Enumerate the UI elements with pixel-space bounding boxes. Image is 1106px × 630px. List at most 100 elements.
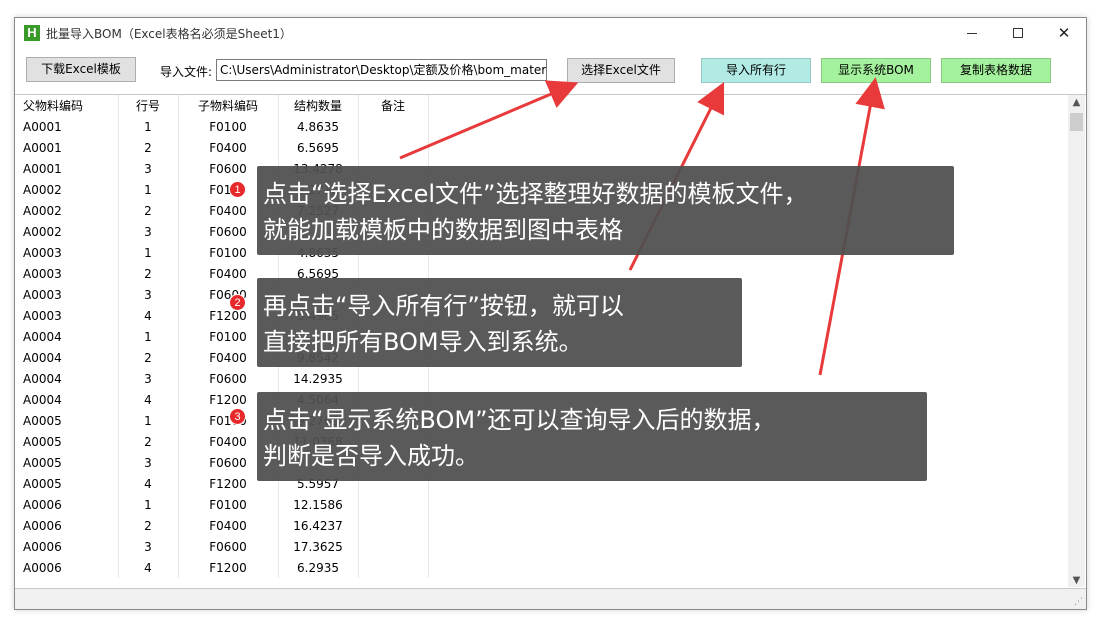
cell-parent-code[interactable]: A0006 (15, 557, 119, 578)
header-line-no[interactable]: 行号 (118, 95, 179, 116)
show-system-bom-button[interactable]: 显示系统BOM (821, 58, 931, 83)
cell-line-no[interactable]: 1 (118, 410, 179, 431)
cell-child-code[interactable]: F1200 (178, 557, 279, 578)
header-parent-code[interactable]: 父物料编码 (15, 95, 119, 116)
cell-quantity[interactable]: 4.8635 (278, 116, 359, 137)
minimize-button[interactable] (949, 18, 995, 48)
cell-line-no[interactable]: 3 (118, 368, 179, 389)
cell-line-no[interactable]: 1 (118, 179, 179, 200)
scroll-thumb[interactable] (1070, 113, 1083, 131)
cell-parent-code[interactable]: A0005 (15, 452, 119, 473)
cell-parent-code[interactable]: A0004 (15, 326, 119, 347)
cell-remark[interactable] (358, 494, 429, 515)
cell-quantity[interactable]: 16.4237 (278, 515, 359, 536)
scroll-down-icon[interactable]: ▼ (1068, 575, 1085, 586)
cell-parent-code[interactable]: A0002 (15, 179, 119, 200)
cell-child-code[interactable]: F0600 (178, 536, 279, 557)
cell-parent-code[interactable]: A0005 (15, 410, 119, 431)
table-row[interactable]: A0006 1 F0100 12.1586 (15, 494, 429, 515)
cell-quantity[interactable]: 17.3625 (278, 536, 359, 557)
cell-parent-code[interactable]: A0002 (15, 200, 119, 221)
choose-excel-button[interactable]: 选择Excel文件 (567, 58, 675, 83)
table-row[interactable]: A0001 1 F0100 4.8635 (15, 116, 429, 137)
cell-remark[interactable] (358, 137, 429, 158)
cell-quantity[interactable]: 14.2935 (278, 368, 359, 389)
callout-2-line1: 再点击“导入所有行”按钮，就可以 (263, 292, 624, 320)
cell-line-no[interactable]: 1 (118, 494, 179, 515)
cell-quantity[interactable]: 6.2935 (278, 557, 359, 578)
cell-child-code[interactable]: F0100 (178, 116, 279, 137)
download-template-button[interactable]: 下载Excel模板 (26, 57, 136, 82)
title-bar[interactable]: H 批量导入BOM（Excel表格名必须是Sheet1） ✕ (15, 18, 1086, 48)
cell-remark[interactable] (358, 116, 429, 137)
cell-line-no[interactable]: 1 (118, 116, 179, 137)
cell-line-no[interactable]: 4 (118, 557, 179, 578)
cell-line-no[interactable]: 1 (118, 326, 179, 347)
cell-parent-code[interactable]: A0003 (15, 242, 119, 263)
maximize-icon (1013, 28, 1023, 38)
scroll-up-icon[interactable]: ▲ (1068, 97, 1085, 108)
import-all-rows-button[interactable]: 导入所有行 (701, 58, 811, 83)
table-row[interactable]: A0006 3 F0600 17.3625 (15, 536, 429, 557)
cell-parent-code[interactable]: A0006 (15, 536, 119, 557)
import-file-path-input[interactable]: C:\Users\Administrator\Desktop\定额及价格\bom… (216, 59, 547, 81)
cell-parent-code[interactable]: A0001 (15, 116, 119, 137)
cell-line-no[interactable]: 2 (118, 137, 179, 158)
cell-parent-code[interactable]: A0001 (15, 137, 119, 158)
cell-line-no[interactable]: 3 (118, 158, 179, 179)
table-row[interactable]: A0001 2 F0400 6.5695 (15, 137, 429, 158)
cell-parent-code[interactable]: A0004 (15, 368, 119, 389)
callout-step-3: 点击“显示系统BOM”还可以查询导入后的数据， 判断是否导入成功。 (257, 392, 927, 481)
cell-line-no[interactable]: 2 (118, 431, 179, 452)
cell-quantity[interactable]: 6.5695 (278, 137, 359, 158)
cell-line-no[interactable]: 4 (118, 305, 179, 326)
cell-parent-code[interactable]: A0006 (15, 494, 119, 515)
cell-child-code[interactable]: F0100 (178, 494, 279, 515)
cell-parent-code[interactable]: A0005 (15, 473, 119, 494)
cell-parent-code[interactable]: A0003 (15, 305, 119, 326)
cell-parent-code[interactable]: A0004 (15, 389, 119, 410)
cell-remark[interactable] (358, 515, 429, 536)
callout-1-line2: 就能加载模板中的数据到图中表格 (263, 216, 623, 244)
table-row[interactable]: A0006 2 F0400 16.4237 (15, 515, 429, 536)
header-child-code[interactable]: 子物料编码 (178, 95, 279, 116)
table-row[interactable]: A0004 3 F0600 14.2935 (15, 368, 429, 389)
cell-parent-code[interactable]: A0004 (15, 347, 119, 368)
cell-parent-code[interactable]: A0003 (15, 263, 119, 284)
table-row[interactable]: A0006 4 F1200 6.2935 (15, 557, 429, 578)
cell-line-no[interactable]: 2 (118, 200, 179, 221)
copy-table-data-button[interactable]: 复制表格数据 (941, 58, 1051, 83)
cell-parent-code[interactable]: A0001 (15, 158, 119, 179)
cell-line-no[interactable]: 3 (118, 536, 179, 557)
maximize-button[interactable] (995, 18, 1041, 48)
close-button[interactable]: ✕ (1041, 18, 1087, 48)
vertical-scrollbar[interactable]: ▲ ▼ (1068, 95, 1085, 587)
cell-child-code[interactable]: F0600 (178, 368, 279, 389)
cell-line-no[interactable]: 2 (118, 515, 179, 536)
cell-line-no[interactable]: 2 (118, 347, 179, 368)
cell-line-no[interactable]: 3 (118, 452, 179, 473)
header-quantity[interactable]: 结构数量 (278, 95, 359, 116)
header-remark[interactable]: 备注 (358, 95, 429, 116)
cell-parent-code[interactable]: A0005 (15, 431, 119, 452)
cell-parent-code[interactable]: A0002 (15, 221, 119, 242)
toolbar: 下载Excel模板 导入文件: C:\Users\Administrator\D… (15, 48, 1086, 93)
cell-parent-code[interactable]: A0003 (15, 284, 119, 305)
cell-line-no[interactable]: 1 (118, 242, 179, 263)
callout-3-line1: 点击“显示系统BOM”还可以查询导入后的数据， (263, 406, 776, 434)
cell-line-no[interactable]: 4 (118, 389, 179, 410)
cell-remark[interactable] (358, 557, 429, 578)
cell-parent-code[interactable]: A0006 (15, 515, 119, 536)
cell-child-code[interactable]: F0400 (178, 137, 279, 158)
cell-line-no[interactable]: 4 (118, 473, 179, 494)
cell-remark[interactable] (358, 536, 429, 557)
step-2-badge: 2 (229, 294, 246, 311)
cell-child-code[interactable]: F0400 (178, 515, 279, 536)
resize-grip-icon[interactable]: ⋰ (1074, 597, 1083, 607)
cell-line-no[interactable]: 2 (118, 263, 179, 284)
cell-quantity[interactable]: 12.1586 (278, 494, 359, 515)
cell-line-no[interactable]: 3 (118, 284, 179, 305)
import-file-label: 导入文件: (160, 65, 213, 79)
cell-line-no[interactable]: 3 (118, 221, 179, 242)
cell-remark[interactable] (358, 368, 429, 389)
